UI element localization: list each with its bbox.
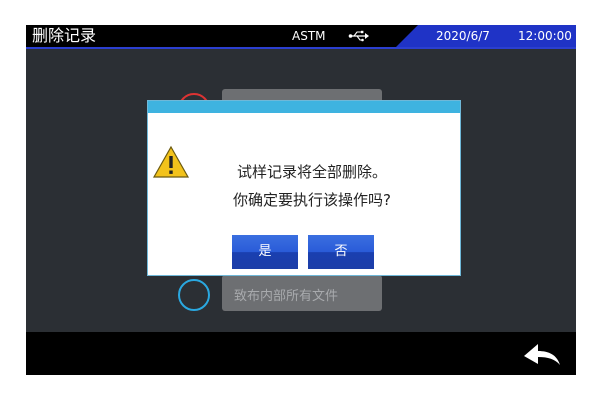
confirm-delete-dialog: 试样记录将全部删除。 你确定要执行该操作吗? 是 否 <box>147 100 461 276</box>
dialog-message-line1: 试样记录将全部删除。 <box>236 163 387 181</box>
usb-icon <box>348 30 369 42</box>
test-standard: ASTM <box>292 29 326 43</box>
screen-title: 删除记录 <box>32 26 97 45</box>
no-button[interactable]: 否 <box>308 235 374 269</box>
save-circle-icon <box>178 279 210 311</box>
status-bar: 删除记录 ASTM 2020/6/7 12:00:00 <box>26 25 576 47</box>
yes-button[interactable]: 是 <box>232 235 298 269</box>
dialog-message-line2: 你确定要执行该操作吗? <box>233 191 391 209</box>
back-arrow-icon[interactable] <box>522 340 562 368</box>
background-button-label: 致布内部所有文件 <box>234 289 339 304</box>
dialog-title-bar <box>148 101 460 113</box>
background-action-button-bottom: 致布内部所有文件 <box>222 275 382 311</box>
status-date: 2020/6/7 <box>436 29 490 43</box>
bottom-bar <box>26 332 576 375</box>
status-time: 12:00:00 <box>518 29 572 43</box>
